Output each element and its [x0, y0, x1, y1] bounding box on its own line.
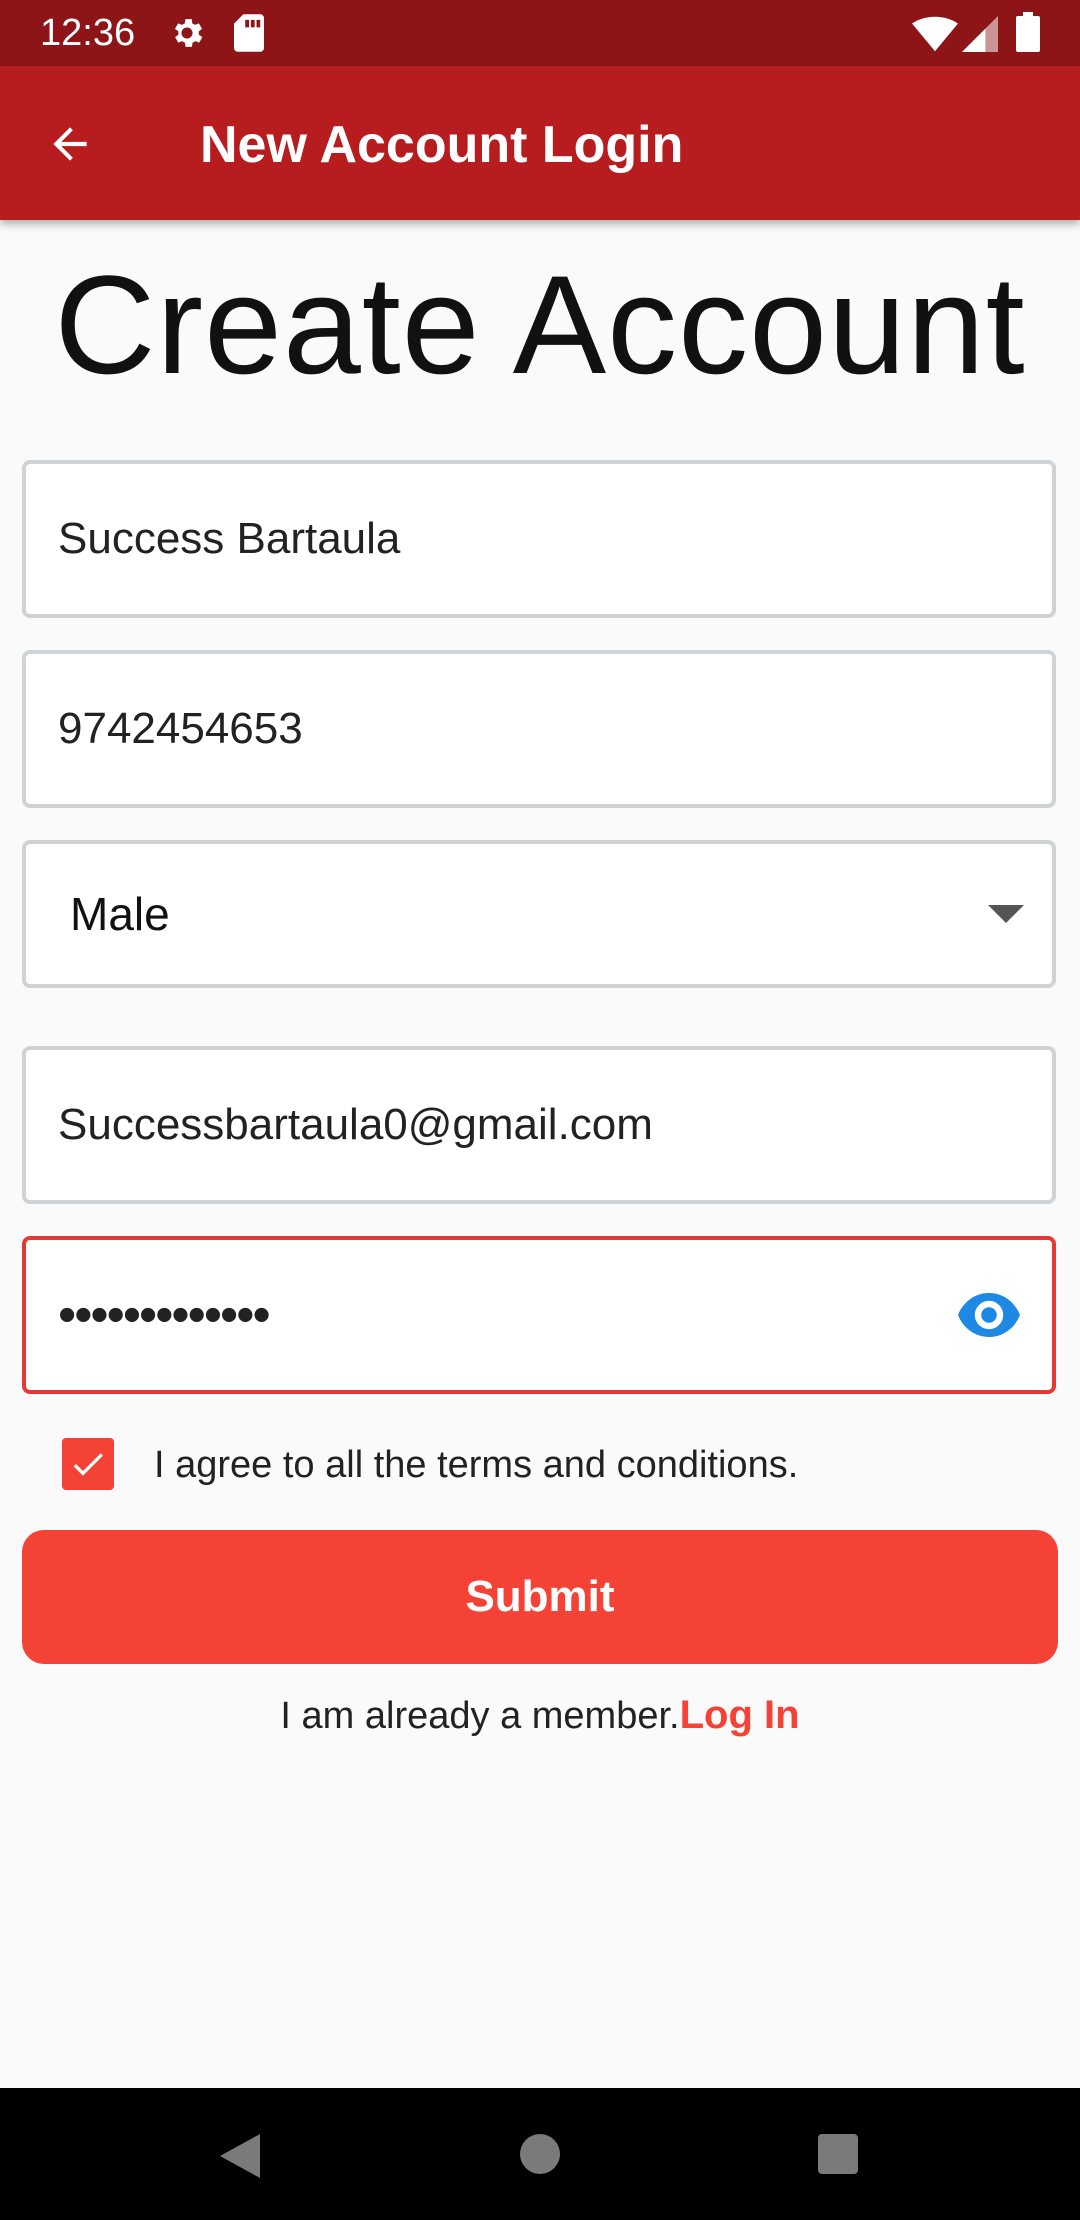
eye-icon[interactable] [958, 1293, 1020, 1337]
nav-back-icon[interactable] [220, 2134, 260, 2178]
status-bar: 12:36 [0, 0, 1080, 66]
phone-field[interactable]: 9742454653 [22, 650, 1056, 808]
app-bar-title: New Account Login [200, 116, 684, 174]
battery-icon [1016, 12, 1040, 52]
nav-recents-icon[interactable] [818, 2134, 858, 2174]
gear-icon [174, 19, 203, 47]
name-value: Success Bartaula [58, 514, 401, 563]
page-title: Create Account [54, 246, 1026, 403]
submit-button[interactable]: Submit [22, 1530, 1058, 1664]
gender-dropdown[interactable]: Male [22, 840, 1056, 988]
login-link[interactable]: Log In [680, 1693, 800, 1737]
checkmark-icon [73, 1453, 103, 1476]
back-button[interactable] [38, 112, 102, 176]
member-text: I am already a member. [280, 1695, 680, 1737]
name-field[interactable]: Success Bartaula [22, 460, 1056, 618]
signal-icon [962, 16, 998, 52]
status-time: 12:36 [40, 12, 136, 54]
sd-card-icon [234, 14, 264, 52]
terms-label: I agree to all the terms and conditions. [154, 1444, 799, 1486]
wifi-icon [912, 16, 958, 52]
app-bar: New Account Login [0, 66, 1080, 220]
phone-value: 9742454653 [58, 704, 303, 753]
nav-home-icon[interactable] [520, 2134, 560, 2174]
navigation-bar [0, 2088, 1080, 2220]
terms-checkbox[interactable] [62, 1438, 114, 1490]
password-masked-value: ••••••••••••• [58, 1286, 271, 1344]
password-field[interactable]: ••••••••••••• [22, 1236, 1056, 1394]
arrow-left-icon [53, 127, 87, 161]
email-field[interactable]: Successbartaula0@gmail.com [22, 1046, 1056, 1204]
gender-selected-value: Male [70, 888, 170, 940]
member-row: I am already a member.Log In [0, 1690, 1080, 1741]
dropdown-caret-icon [988, 905, 1024, 923]
email-value: Successbartaula0@gmail.com [58, 1100, 653, 1149]
